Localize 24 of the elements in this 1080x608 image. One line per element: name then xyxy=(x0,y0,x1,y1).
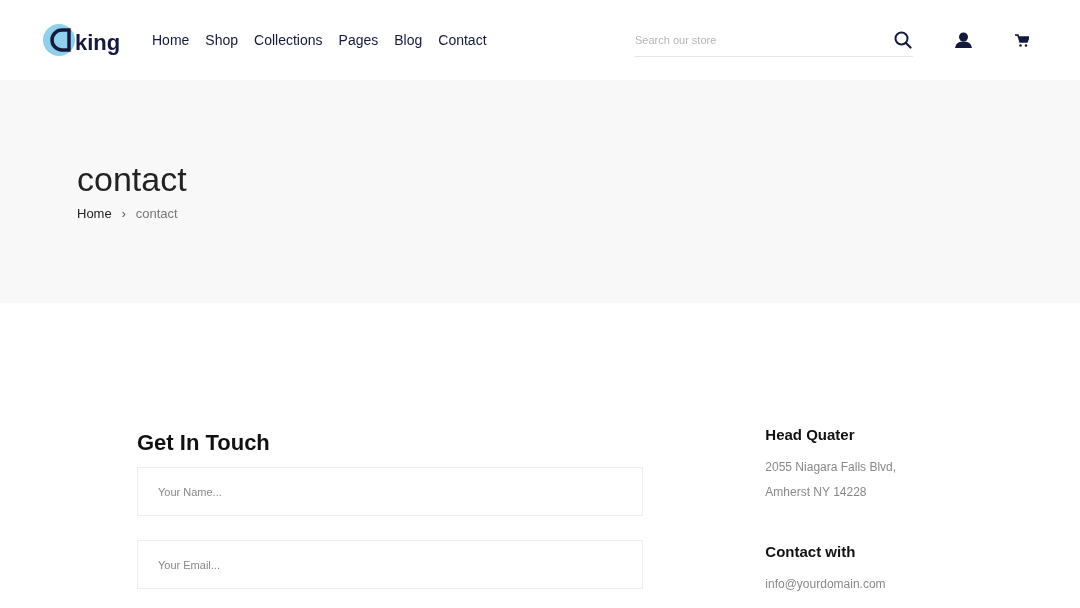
page-title: contact xyxy=(77,159,188,200)
search-icon[interactable] xyxy=(894,31,912,49)
text-field[interactable]: Your Email... xyxy=(137,540,644,589)
text-field[interactable]: Your Name... xyxy=(137,467,644,516)
nav-link[interactable]: Shop xyxy=(205,29,239,51)
info-heading: Head Quater xyxy=(765,425,856,445)
nav-link[interactable]: Contact xyxy=(438,29,487,51)
cart-icon[interactable] xyxy=(1015,33,1029,47)
breadcrumb-link[interactable]: Home xyxy=(77,204,112,224)
nav-link[interactable]: Home xyxy=(152,29,190,51)
form-title: Get In Touch xyxy=(137,429,271,457)
user-icon[interactable] xyxy=(955,32,972,48)
nav-link[interactable]: Blog xyxy=(394,29,423,51)
info-text: info@yourdomain.com xyxy=(765,576,887,593)
info-text: Amherst NY 14228 xyxy=(765,484,868,501)
nav-link[interactable]: Collections xyxy=(254,29,323,51)
logo-icon xyxy=(43,24,77,56)
info-text: 2055 Niagara Falls Blvd, xyxy=(765,459,898,476)
breadcrumb-link[interactable]: contact xyxy=(135,204,178,224)
search-field[interactable]: Search our store xyxy=(635,23,913,57)
info-heading: Contact with xyxy=(765,542,857,562)
logo-text: king xyxy=(75,28,121,57)
nav-link[interactable]: Pages xyxy=(338,29,379,51)
breadcrumb-separator: › xyxy=(121,205,126,223)
